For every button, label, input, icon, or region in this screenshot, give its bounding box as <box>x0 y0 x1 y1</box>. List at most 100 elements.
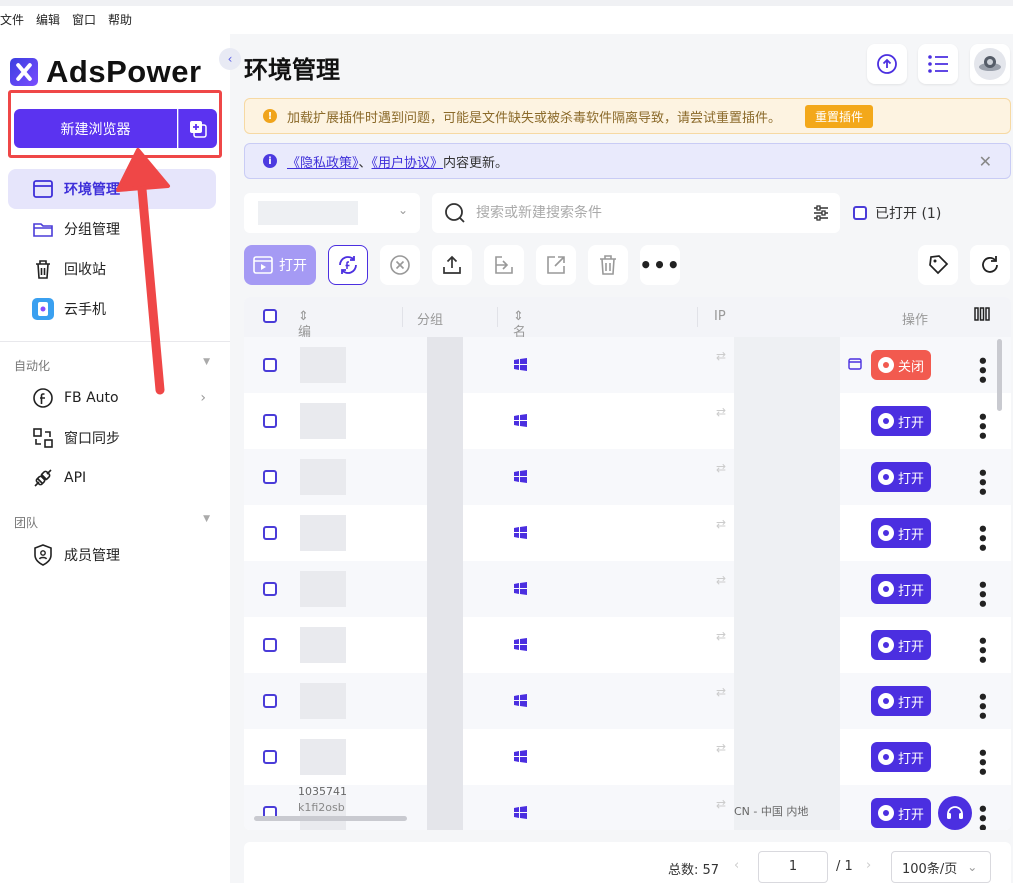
blurred-group <box>427 785 463 830</box>
select-all-checkbox[interactable] <box>263 309 277 323</box>
open-browser-button[interactable]: 打开 <box>871 574 931 604</box>
batch-new-button[interactable] <box>178 109 217 148</box>
user-avatar-button[interactable] <box>970 44 1010 84</box>
col-name[interactable]: 名称 ⇕ <box>513 309 526 359</box>
open-browser-button[interactable]: 打开 <box>871 406 931 436</box>
page-size-select[interactable]: 100条/页 ⌄ <box>891 851 991 883</box>
row-more-icon[interactable]: ••• <box>971 747 992 776</box>
menu-edit[interactable]: 编辑 <box>36 7 60 28</box>
column-settings-icon[interactable] <box>974 307 990 325</box>
headset-icon <box>947 806 963 819</box>
menu-file[interactable]: 文件 <box>0 7 24 28</box>
sidebar-item-window-sync[interactable]: 窗口同步 <box>8 418 216 458</box>
row-more-icon[interactable]: ••• <box>971 803 992 830</box>
upload-button[interactable] <box>432 245 472 285</box>
row-more-icon[interactable]: ••• <box>971 355 992 384</box>
chrome-icon <box>877 693 894 709</box>
user-agreement-link[interactable]: 《用户协议》 <box>372 156 444 171</box>
sidebar-item-cloud-phone[interactable]: 云手机 <box>8 289 216 329</box>
table-row[interactable]: ⇄ 打开 ••• <box>244 617 1011 673</box>
group-select[interactable]: ⌄ <box>244 193 420 233</box>
import-button[interactable] <box>484 245 524 285</box>
refresh-facebook-icon <box>339 256 357 274</box>
avatar-icon <box>974 48 1006 80</box>
col-id[interactable]: 编号/ID ⇕ <box>298 309 329 359</box>
table-row[interactable]: ⇄ 打开 ••• 1035741 k1fi2osb CN - 中国 内地 <box>244 785 1011 830</box>
refresh-button[interactable] <box>970 245 1010 285</box>
table-row[interactable]: ⇄ 打开 ••• <box>244 449 1011 505</box>
chrome-icon <box>877 637 894 653</box>
opened-filter-checkbox[interactable]: 已打开 (1) <box>853 203 941 223</box>
collapse-sidebar-button[interactable]: ‹ <box>219 48 241 70</box>
sidebar-item-trash[interactable]: 回收站 <box>8 249 216 289</box>
row-checkbox[interactable] <box>263 638 277 652</box>
table-row[interactable]: ⇄ 打开 ••• <box>244 561 1011 617</box>
open-browser-button[interactable]: 打开 <box>871 798 931 828</box>
chevron-left-icon: ‹ <box>227 52 233 66</box>
share-button[interactable] <box>536 245 576 285</box>
open-selected-button[interactable]: 打开 <box>244 245 316 285</box>
policy-notice-banner: i 《隐私政策》、《用户协议》内容更新。 ✕ <box>244 143 1011 179</box>
open-browser-button[interactable]: 打开 <box>871 630 931 660</box>
blurred-ip <box>734 449 840 505</box>
close-browser-button[interactable]: 关闭 <box>871 350 931 380</box>
col-group: 分组 <box>417 313 444 328</box>
menu-window[interactable]: 窗口 <box>72 7 96 28</box>
row-more-icon[interactable]: ••• <box>971 411 992 440</box>
section-team[interactable]: 团队 ▼ <box>14 514 210 531</box>
sidebar-item-api[interactable]: API <box>8 458 216 498</box>
row-checkbox[interactable] <box>263 694 277 708</box>
search-bar[interactable] <box>432 193 840 233</box>
prev-page-icon[interactable]: ‹ <box>734 858 739 873</box>
filter-settings-icon[interactable] <box>812 204 830 222</box>
open-browser-button[interactable]: 打开 <box>871 518 931 548</box>
sidebar-item-env[interactable]: 环境管理 <box>8 169 216 209</box>
row-more-icon[interactable]: ••• <box>971 467 992 496</box>
tag-button[interactable] <box>918 245 958 285</box>
close-icon[interactable]: ✕ <box>979 152 992 171</box>
new-browser-button[interactable]: 新建浏览器 <box>14 109 177 148</box>
row-more-icon[interactable]: ••• <box>971 691 992 720</box>
row-checkbox[interactable] <box>263 526 277 540</box>
task-list-button[interactable] <box>918 44 958 84</box>
table-row[interactable]: ⇄ 打开 ••• <box>244 729 1011 785</box>
close-all-button[interactable] <box>380 245 420 285</box>
sidebar-item-groups[interactable]: 分组管理 <box>8 209 216 249</box>
sidebar-item-members[interactable]: 成员管理 <box>8 535 216 575</box>
horizontal-scrollbar[interactable] <box>254 816 407 821</box>
table-row[interactable]: ⇄ 打开 ••• <box>244 393 1011 449</box>
row-more-icon[interactable]: ••• <box>971 635 992 664</box>
checkbox[interactable] <box>853 206 867 220</box>
vertical-scrollbar[interactable] <box>997 339 1002 411</box>
blurred-ip <box>734 673 840 729</box>
search-input[interactable] <box>476 205 796 221</box>
row-checkbox[interactable] <box>263 358 277 372</box>
reset-plugin-button[interactable]: 重置插件 <box>805 104 874 128</box>
sidebar-item-fb-auto[interactable]: FB Auto › <box>8 378 216 418</box>
more-actions-button[interactable]: ••• <box>639 245 680 285</box>
row-checkbox[interactable] <box>263 414 277 428</box>
open-browser-button[interactable]: 打开 <box>871 742 931 772</box>
section-automation[interactable]: 自动化 ▼ <box>14 357 210 374</box>
sync-button[interactable] <box>328 245 368 285</box>
next-page-icon[interactable]: › <box>866 858 871 873</box>
upload-sync-button[interactable] <box>867 44 907 84</box>
table-row[interactable]: ⇄ 打开 ••• <box>244 505 1011 561</box>
table-row[interactable]: ⇄ 关闭 ••• <box>244 337 1011 393</box>
privacy-policy-link[interactable]: 《隐私政策》 <box>287 156 359 171</box>
row-checkbox[interactable] <box>263 582 277 596</box>
row-more-icon[interactable]: ••• <box>971 579 992 608</box>
open-browser-button[interactable]: 打开 <box>871 462 931 492</box>
caret-down-icon: ▼ <box>203 514 210 524</box>
table-row[interactable]: ⇄ 打开 ••• <box>244 673 1011 729</box>
upload-icon <box>443 255 461 274</box>
row-checkbox[interactable] <box>263 470 277 484</box>
row-more-icon[interactable]: ••• <box>971 523 992 552</box>
window-icon[interactable] <box>848 358 862 374</box>
page-number-input[interactable]: 1 <box>758 851 828 883</box>
support-chat-button[interactable] <box>938 796 972 830</box>
delete-button[interactable] <box>588 245 628 285</box>
menu-help[interactable]: 帮助 <box>108 7 132 28</box>
open-browser-button[interactable]: 打开 <box>871 686 931 716</box>
row-checkbox[interactable] <box>263 750 277 764</box>
